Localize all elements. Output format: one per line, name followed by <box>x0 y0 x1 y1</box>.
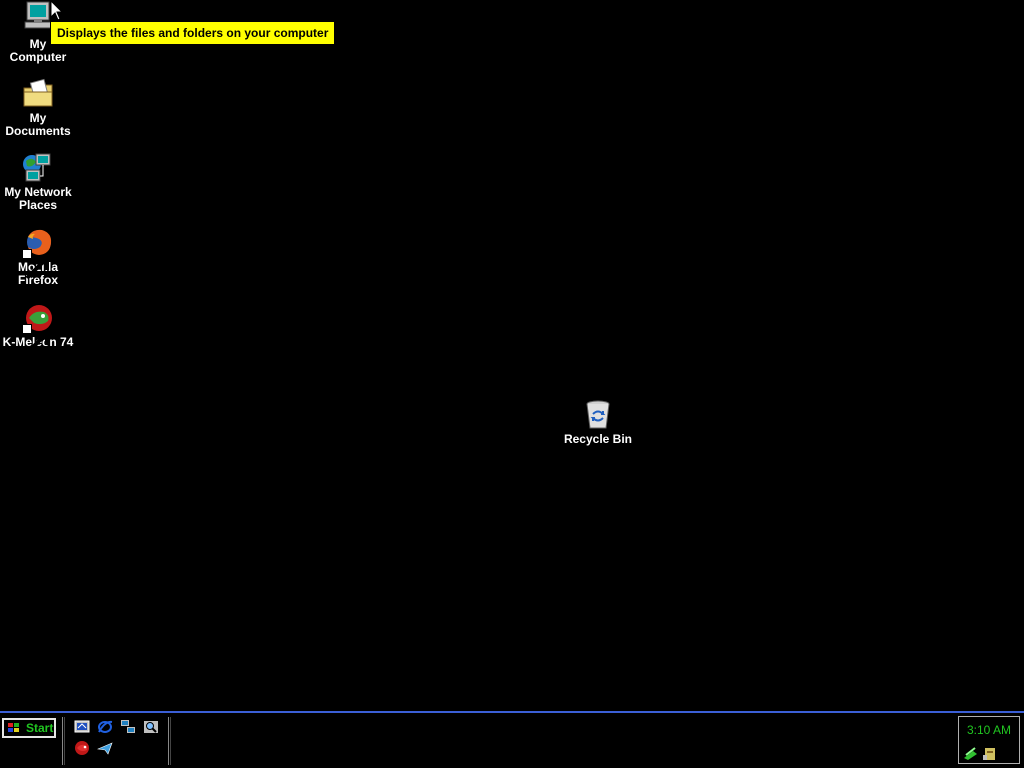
desktop-icon-recycle-bin[interactable]: Recycle Bin <box>560 399 636 446</box>
k-meleon-quick-launch-icon[interactable] <box>74 740 90 756</box>
printer-icon[interactable] <box>982 745 998 761</box>
desktop-icon-label: Recycle Bin <box>563 432 633 446</box>
taskbar-separator <box>62 717 65 765</box>
network-icon[interactable] <box>120 719 136 735</box>
my-documents-icon <box>22 78 54 110</box>
messenger-icon[interactable] <box>97 740 113 756</box>
desktop-icon-label: My Documents <box>5 111 71 138</box>
ie-icon[interactable] <box>97 719 113 735</box>
network-status-icon[interactable] <box>963 745 979 761</box>
desktop-icon-my-documents[interactable]: My Documents <box>0 78 76 138</box>
search-icon[interactable] <box>143 719 159 735</box>
start-label: Start <box>26 721 54 735</box>
k-meleon-icon <box>22 302 54 355</box>
shortcut-arrow-icon <box>22 249 49 280</box>
clock[interactable]: 3:10 AM <box>959 723 1019 737</box>
desktop-icon-network-places[interactable]: My Network Places <box>0 152 76 212</box>
desktop-icon-firefox[interactable]: Mozilla Firefox <box>0 227 76 287</box>
show-desktop-icon[interactable] <box>74 719 90 735</box>
network-places-icon <box>22 152 54 184</box>
mouse-cursor-icon <box>50 0 64 22</box>
desktop: My Computer My Documents My Network Plac… <box>0 0 1024 712</box>
tooltip: Displays the files and folders on your c… <box>50 21 336 45</box>
taskbar: Start 3:10 AM <box>0 711 1024 768</box>
shortcut-arrow-icon <box>22 324 49 355</box>
windows-logo-icon <box>8 723 19 732</box>
taskbar-separator <box>168 717 171 765</box>
recycle-bin-icon <box>582 399 614 431</box>
firefox-icon <box>22 227 54 280</box>
system-tray: 3:10 AM <box>958 716 1020 764</box>
desktop-icon-label: My Network Places <box>4 185 72 212</box>
desktop-icon-k-meleon[interactable]: K-Meleon 74 <box>0 302 76 355</box>
start-button[interactable]: Start <box>2 718 56 738</box>
